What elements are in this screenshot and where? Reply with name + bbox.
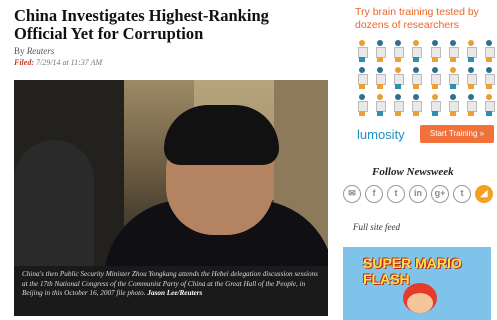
figure-icon xyxy=(482,40,495,62)
email-icon[interactable]: ✉ xyxy=(343,185,361,203)
byline: By Reuters xyxy=(14,46,54,56)
mario-ad[interactable]: SUPER MARIO FLASH xyxy=(343,247,491,320)
lumosity-logo: lumosity xyxy=(357,127,405,142)
rss-icon[interactable]: ◢ xyxy=(475,185,493,203)
figure-icon xyxy=(428,40,441,62)
filed-timestamp: Filed: 7/29/14 at 11:37 AM xyxy=(14,58,102,67)
figure-icon xyxy=(464,67,477,89)
figure-icon xyxy=(391,40,405,62)
ad-figures xyxy=(355,40,495,121)
photo-caption: China's then Public Security Minister Zh… xyxy=(14,266,328,316)
follow-newsweek-title: Follow Newsweek xyxy=(372,166,454,178)
figure-icon xyxy=(409,94,423,116)
full-site-feed-link[interactable]: Full site feed xyxy=(353,222,400,232)
photo-credit: Jason Lee/Reuters xyxy=(147,289,203,297)
figure-icon xyxy=(355,94,368,116)
figure-icon xyxy=(446,94,459,116)
figure-icon xyxy=(428,94,441,116)
figure-icon xyxy=(373,94,387,116)
filed-label: Filed: xyxy=(14,58,34,67)
figure-icon xyxy=(355,67,368,89)
ad-title: Try brain training tested by dozens of r… xyxy=(355,6,479,31)
figure-icon xyxy=(482,67,495,89)
twitter-icon[interactable]: t xyxy=(387,185,405,203)
figure-icon xyxy=(391,67,405,89)
figure-icon xyxy=(464,40,477,62)
article-headline: China Investigates Highest-Ranking Offic… xyxy=(14,6,269,43)
figure-icon xyxy=(428,67,441,89)
figure-icon xyxy=(409,40,423,62)
figure-icon xyxy=(355,40,368,62)
figure-icon xyxy=(373,40,387,62)
article-photo xyxy=(14,80,328,266)
social-icons: ✉ f t in g+ t ◢ xyxy=(343,185,493,203)
figure-icon xyxy=(373,67,387,89)
figure-icon xyxy=(464,94,477,116)
author-link[interactable]: Reuters xyxy=(27,46,55,56)
figure-icon xyxy=(446,67,459,89)
figure-icon xyxy=(482,94,495,116)
mario-face-icon xyxy=(407,293,433,313)
figure-icon xyxy=(409,67,423,89)
figure-icon xyxy=(446,40,459,62)
facebook-icon[interactable]: f xyxy=(365,185,383,203)
tumblr-icon[interactable]: t xyxy=(453,185,471,203)
filed-time: 7/29/14 at 11:37 AM xyxy=(36,58,103,67)
linkedin-icon[interactable]: in xyxy=(409,185,427,203)
start-training-button[interactable]: Start Training » xyxy=(420,125,494,143)
mario-ad-title: SUPER MARIO FLASH xyxy=(363,255,462,287)
googleplus-icon[interactable]: g+ xyxy=(431,185,449,203)
byline-prefix: By xyxy=(14,46,25,56)
figure-icon xyxy=(391,94,405,116)
